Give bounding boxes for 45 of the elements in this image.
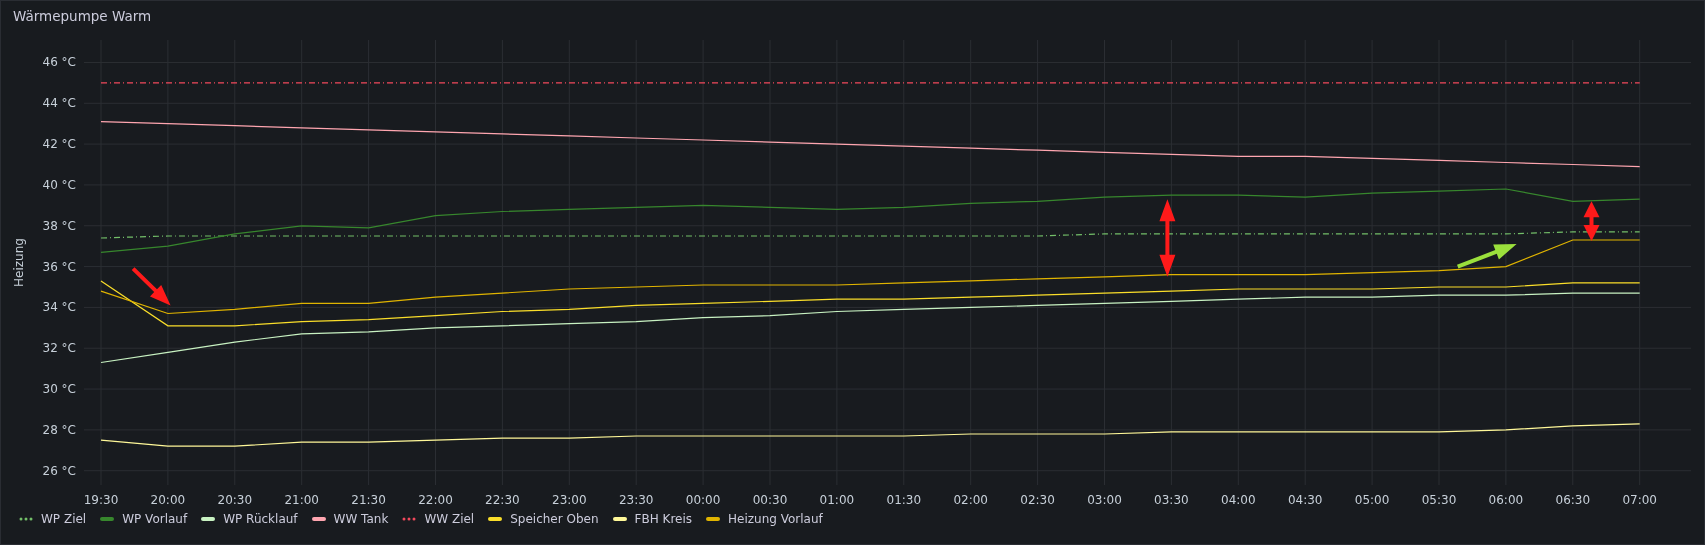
x-tick-label: 23:00 — [552, 493, 587, 506]
y-tick-label: 46 °C — [42, 55, 76, 70]
legend-label[interactable]: WP Vorlauf — [122, 512, 188, 526]
x-tick-label: 02:00 — [953, 493, 988, 506]
y-tick-label: 40 °C — [42, 177, 76, 192]
x-tick-label: 22:00 — [418, 493, 453, 506]
legend-label[interactable]: WW Ziel — [424, 512, 475, 526]
x-tick-label: 03:00 — [1087, 493, 1122, 506]
y-tick-label: 42 °C — [42, 137, 76, 152]
legend-label[interactable]: Speicher Oben — [510, 512, 599, 526]
legend-label[interactable]: WP Rücklauf — [223, 512, 298, 526]
x-tick-label: 01:00 — [819, 493, 855, 506]
y-tick-label: 28 °C — [42, 422, 76, 437]
legend-label[interactable]: WW Tank — [333, 512, 389, 526]
legend-label[interactable]: Heizung Vorlauf — [728, 512, 823, 526]
x-tick-label: 23:30 — [618, 493, 654, 506]
x-tick-label: 00:30 — [752, 493, 788, 506]
legend-label[interactable]: FBH Kreis — [634, 512, 693, 526]
y-axis-label: Heizung — [12, 238, 26, 287]
x-tick-label: 04:00 — [1221, 493, 1256, 506]
legend-label[interactable]: WP Ziel — [41, 512, 87, 526]
x-tick-label: 05:00 — [1354, 493, 1390, 506]
y-tick-label: 30 °C — [42, 382, 76, 397]
y-tick-label: 26 °C — [42, 463, 76, 478]
x-tick-label: 21:00 — [284, 493, 319, 506]
y-tick-label: 36 °C — [42, 259, 76, 274]
x-tick-label: 19:30 — [83, 493, 119, 506]
x-tick-label: 06:30 — [1555, 493, 1591, 506]
y-tick-label: 44 °C — [42, 96, 76, 111]
x-tick-label: 20:00 — [150, 493, 186, 506]
y-tick-label: 38 °C — [42, 218, 76, 233]
x-tick-label: 06:00 — [1488, 493, 1524, 506]
x-tick-label: 04:30 — [1287, 493, 1323, 506]
x-tick-label: 20:30 — [217, 493, 253, 506]
panel-title: Wärmepumpe Warm — [13, 7, 152, 24]
x-tick-label: 03:30 — [1154, 493, 1189, 506]
x-tick-label: 01:30 — [886, 493, 922, 506]
x-tick-label: 07:00 — [1622, 493, 1657, 506]
x-tick-label: 05:30 — [1421, 493, 1457, 506]
x-tick-label: 21:30 — [351, 493, 386, 506]
x-tick-label: 00:00 — [685, 493, 721, 506]
y-tick-label: 32 °C — [42, 341, 76, 356]
x-tick-label: 22:30 — [485, 493, 520, 506]
y-tick-label: 34 °C — [42, 300, 76, 315]
x-tick-label: 02:30 — [1020, 493, 1055, 506]
